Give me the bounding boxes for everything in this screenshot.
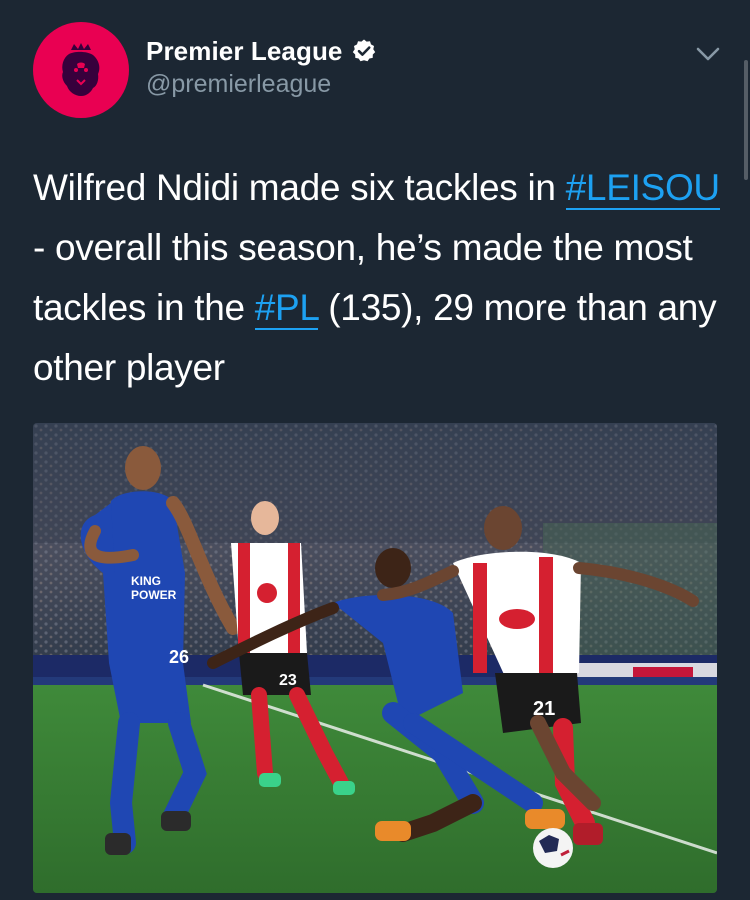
- hashtag-link[interactable]: #LEISOU: [565, 167, 720, 210]
- author-handle[interactable]: @premierleague: [146, 70, 377, 99]
- hashtag-link[interactable]: #PL: [254, 287, 319, 330]
- tweet-author[interactable]: Premier League @premierleague: [146, 34, 377, 99]
- tweet-card: Premier League @premierleague Wilfred Nd…: [0, 0, 750, 900]
- scrollbar[interactable]: [744, 60, 748, 180]
- shirt-sponsor-text: KING: [131, 574, 161, 588]
- shirt-sponsor-text: POWER: [131, 588, 177, 602]
- tweet-text-part: Wilfred Ndidi made six tackles in: [33, 167, 556, 208]
- author-name[interactable]: Premier League: [146, 36, 343, 67]
- kit-number: 21: [533, 698, 555, 720]
- kit-number: 23: [279, 672, 297, 689]
- premier-league-lion-icon: [62, 43, 100, 96]
- kit-number: 26: [169, 647, 189, 667]
- chevron-down-icon[interactable]: [694, 40, 722, 68]
- football-match-photo: KING POWER 26 23 21: [33, 423, 717, 893]
- tweet-photo[interactable]: KING POWER 26 23 21: [33, 423, 717, 893]
- verified-badge-icon: [352, 39, 375, 62]
- football: [533, 828, 573, 868]
- avatar[interactable]: [33, 22, 129, 118]
- tweet-text: Wilfred Ndidi made six tackles in #LEISO…: [33, 158, 723, 398]
